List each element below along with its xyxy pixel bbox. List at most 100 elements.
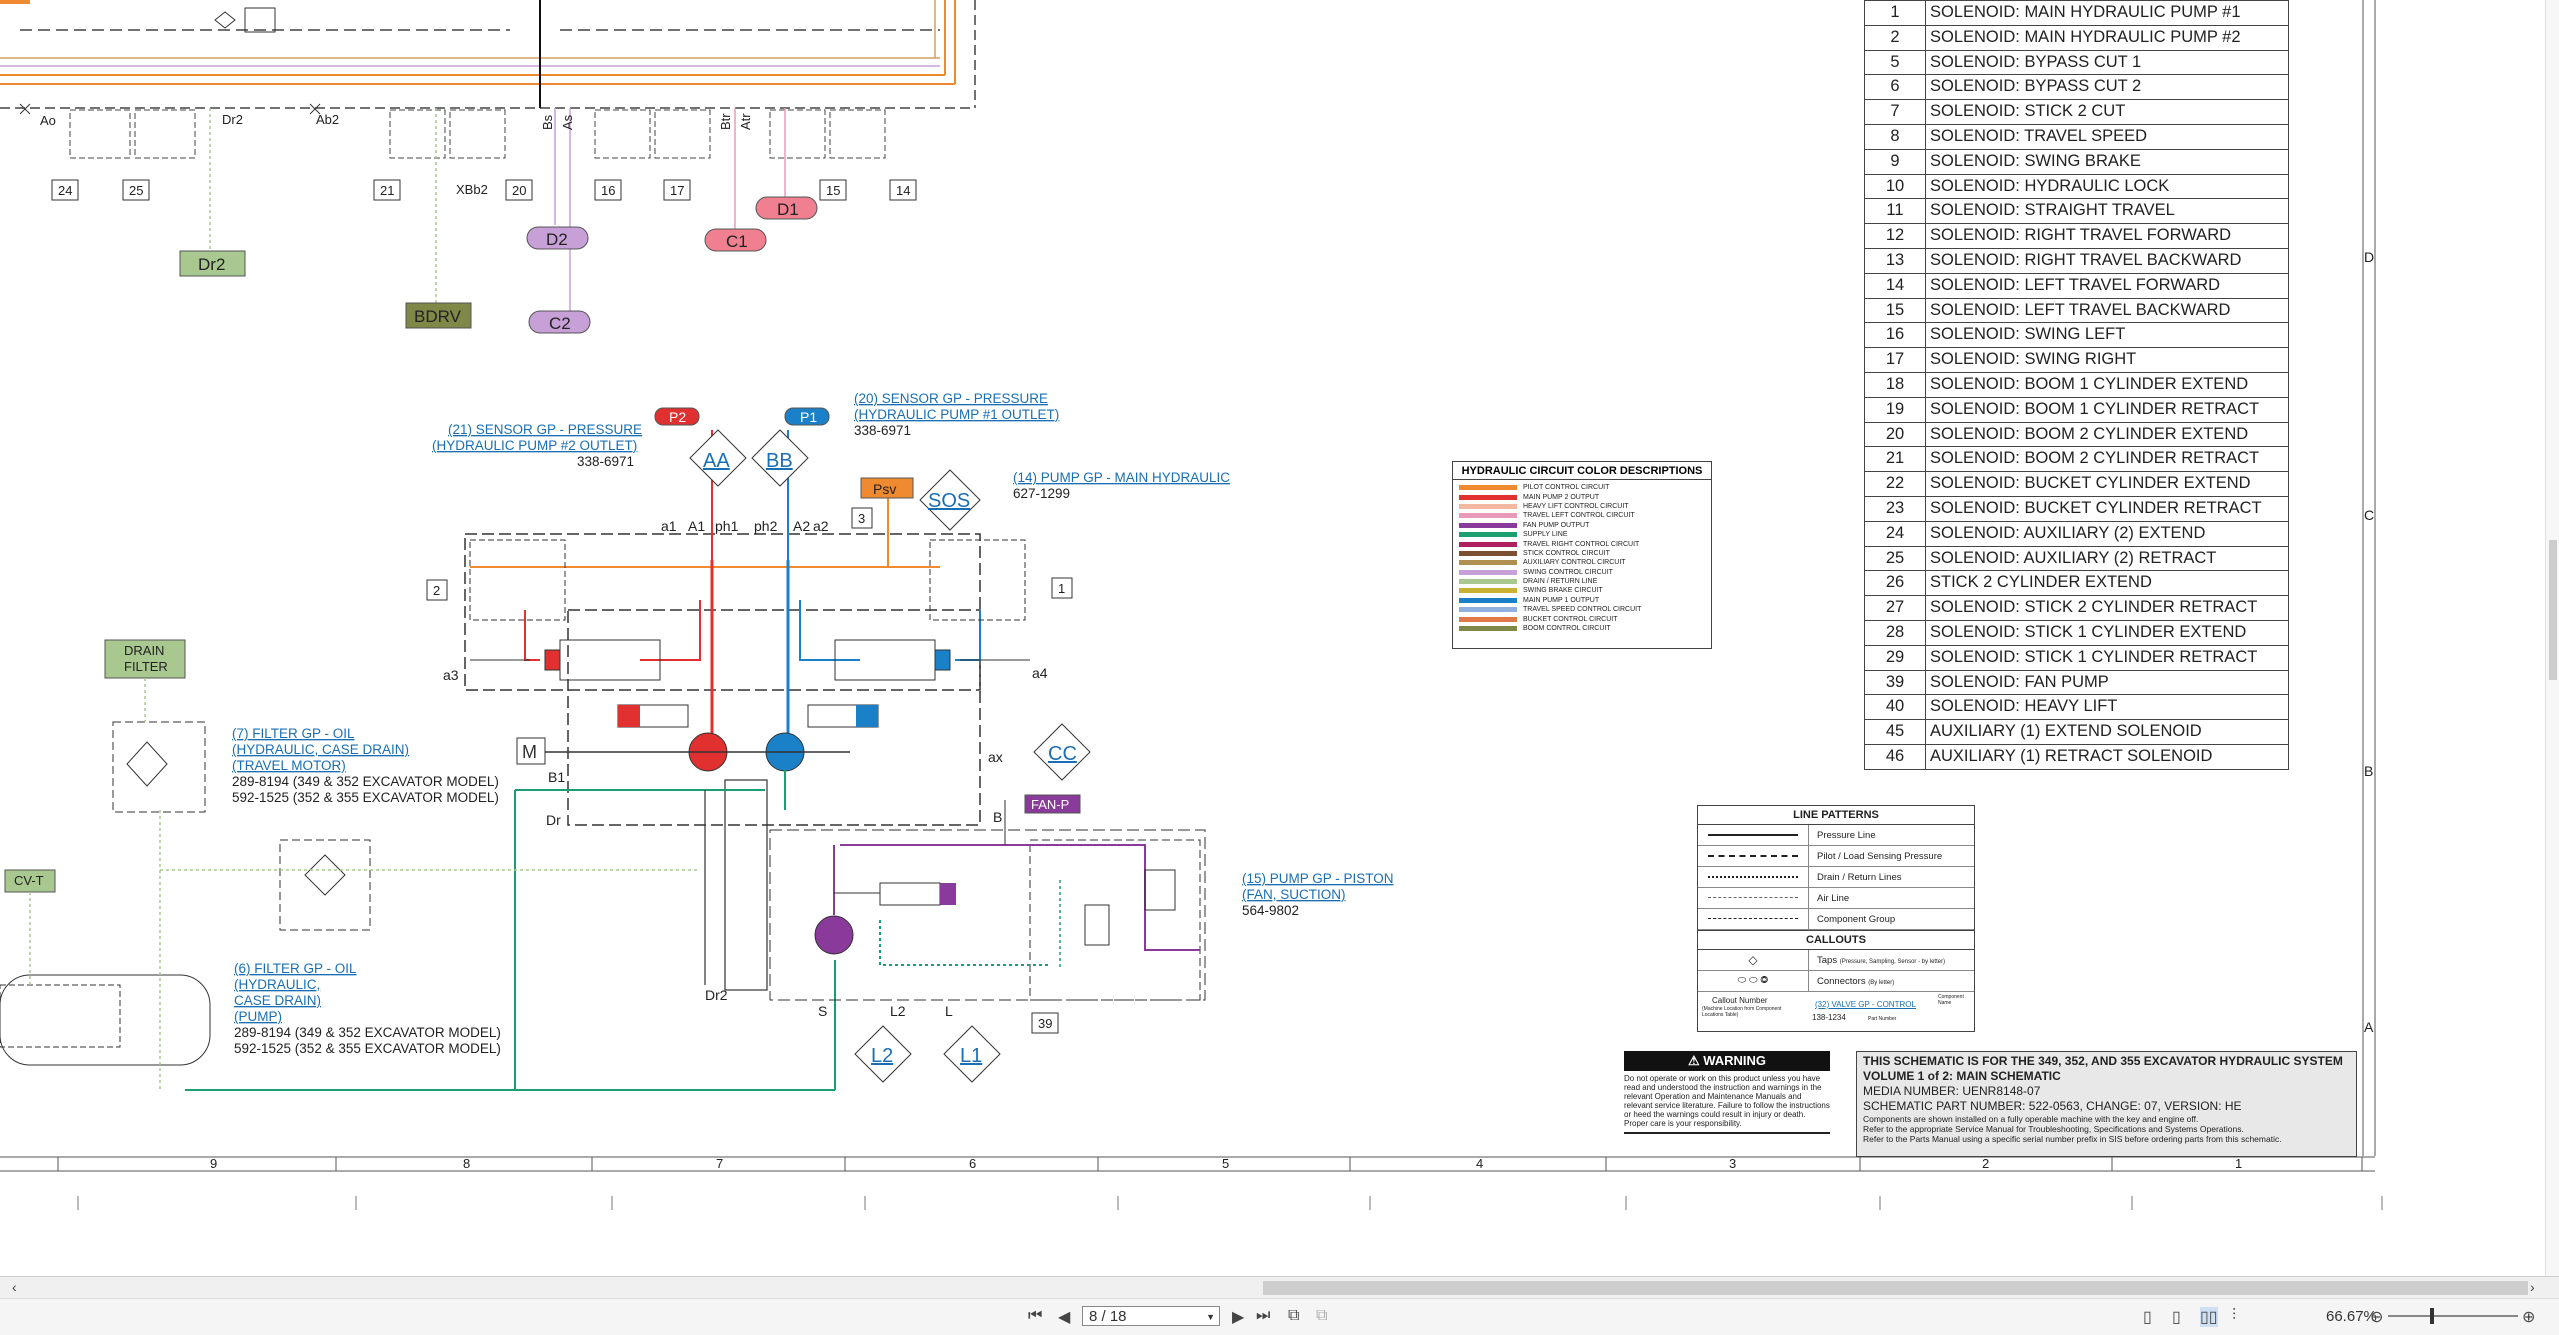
color-swatch [1459, 616, 1517, 622]
scroll-left-icon[interactable]: ‹ [12, 1279, 17, 1295]
horizontal-scrollbar[interactable]: ‹ › [0, 1276, 2559, 1299]
parts-table-row: 26 STICK 2 CYLINDER EXTEND [1864, 570, 2289, 597]
tap-L1: L1 [960, 1045, 982, 1067]
callout-box: 16 [601, 183, 615, 198]
fit-page-icon[interactable]: ⧉ [1288, 1307, 1299, 1325]
connector-D2: D2 [546, 230, 568, 249]
vertical-scroll-thumb[interactable] [2549, 540, 2557, 680]
motor-M: M [522, 742, 537, 762]
callout-box: 14 [896, 183, 910, 198]
filter-groups [0, 639, 700, 1090]
callout-box: 20 [512, 183, 526, 198]
part-label-cell: AUXILIARY (1) EXTEND SOLENOID [1925, 719, 2289, 745]
line-pattern-label: Pilot / Load Sensing Pressure [1817, 850, 1943, 862]
callout-sensor-21: (21) SENSOR GP - PRESSURE [448, 422, 642, 437]
callout-pump-15-desc: (FAN, SUCTION) [1242, 887, 1346, 902]
pump-callout-boxes: 2 1 3 39 [426, 507, 1073, 1034]
port-label-Btr: Btr [718, 113, 733, 130]
color-legend-row: TRAVEL SPEED CONTROL CIRCUIT [1453, 605, 1711, 614]
chevron-down-icon: ▼ [1206, 1312, 1215, 1322]
color-swatch [1459, 485, 1517, 491]
parts-table-row: 46 AUXILIARY (1) RETRACT SOLENOID [1864, 743, 2289, 770]
color-swatch [1459, 569, 1517, 575]
last-page-icon[interactable]: ⏭ [1256, 1307, 1270, 1325]
grid-column-label: 3 [1729, 1156, 1736, 1171]
prev-page-icon[interactable]: ◀ [1058, 1307, 1070, 1327]
parts-table-row: 40 SOLENOID: HEAVY LIFT [1864, 694, 2289, 721]
port-label-a4: a4 [1032, 665, 1048, 681]
title-block: THIS SCHEMATIC IS FOR THE 349, 352, AND … [1856, 1051, 2357, 1157]
grid-column-label: 5 [1222, 1156, 1229, 1171]
part-label-cell: SOLENOID: AUXILIARY (2) RETRACT [1925, 545, 2289, 572]
first-page-icon[interactable]: ⏮ [1028, 1307, 1042, 1325]
grid-row-label: D [2364, 249, 2374, 265]
color-swatch [1459, 532, 1517, 538]
callout-box: 15 [826, 183, 840, 198]
next-page-icon[interactable]: ▶ [1232, 1307, 1244, 1327]
color-legend-label: TRAVEL SPEED CONTROL CIRCUIT [1523, 606, 1642, 614]
line-pattern-label: Air Line [1817, 892, 1850, 904]
part-label-cell: SOLENOID: SWING BRAKE [1925, 148, 2289, 175]
port-label-B1: B1 [548, 769, 565, 785]
part-label-cell: SOLENOID: BOOM 1 CYLINDER RETRACT [1925, 396, 2289, 423]
continuous-view-icon[interactable]: ▯ [2172, 1307, 2181, 1327]
part-number-cell: 14 [1864, 272, 1926, 299]
connector-drain: DRAIN [124, 643, 164, 658]
part-label-cell: SOLENOID: STICK 1 CYLINDER EXTEND [1925, 619, 2289, 646]
parts-table-row: 19 SOLENOID: BOOM 1 CYLINDER RETRACT [1864, 396, 2289, 423]
grid-column-label: 4 [1476, 1156, 1483, 1171]
part-number-cell: 21 [1864, 446, 1926, 473]
callout-number-label: Callout Number [1712, 996, 1768, 1005]
fit-width-icon[interactable]: ⧉ [1316, 1307, 1327, 1325]
component-callouts: (21) SENSOR GP - PRESSURE (HYDRAULIC PUM… [232, 391, 1394, 1056]
callout-pump-15-pn: 564-9802 [1242, 903, 1299, 918]
color-legend-row: SUPPLY LINE [1453, 530, 1711, 539]
callout-pump-14-pn: 627-1299 [1013, 486, 1070, 501]
part-label-cell: SOLENOID: AUXILIARY (2) EXTEND [1925, 520, 2289, 547]
part-label-cell: SOLENOID: MAIN HYDRAULIC PUMP #1 [1925, 0, 2289, 26]
page-tab-marker [0, 0, 30, 4]
part-label-cell: SOLENOID: STICK 1 CYLINDER RETRACT [1925, 644, 2289, 671]
part-number-cell: 2 [1864, 24, 1926, 51]
zoom-out-icon[interactable]: ⊖ [2370, 1307, 2383, 1327]
color-legend-label: SWING CONTROL CIRCUIT [1523, 568, 1613, 576]
color-swatch [1459, 503, 1517, 509]
horizontal-scroll-thumb[interactable] [1263, 1281, 2528, 1295]
connector-P1: P1 [800, 409, 817, 425]
page-number-select[interactable]: 8 / 18 ▼ [1082, 1306, 1220, 1326]
parts-table-row: 9 SOLENOID: SWING BRAKE [1864, 148, 2289, 175]
part-label-cell: SOLENOID: HYDRAULIC LOCK [1925, 173, 2289, 200]
part-label-cell: SOLENOID: SWING RIGHT [1925, 347, 2289, 373]
part-label-cell: SOLENOID: BOOM 1 CYLINDER EXTEND [1925, 371, 2289, 398]
parts-table-row: 14 SOLENOID: LEFT TRAVEL FORWARD [1864, 272, 2289, 299]
color-legend-row: DRAIN / RETURN LINE [1453, 577, 1711, 586]
line-pattern-label: Pressure Line [1817, 829, 1876, 841]
callout-filter-7-pn1: 289-8194 (349 & 352 EXCAVATOR MODEL) [232, 774, 499, 789]
parts-table-row: 2 SOLENOID: MAIN HYDRAULIC PUMP #2 [1864, 24, 2289, 51]
vertical-scrollbar[interactable] [2545, 0, 2559, 1276]
part-label-cell: SOLENOID: BOOM 2 CYLINDER RETRACT [1925, 446, 2289, 473]
port-label-B: B [993, 809, 1002, 825]
part-number-cell: 7 [1864, 99, 1926, 125]
parts-table-row: 25 SOLENOID: AUXILIARY (2) RETRACT [1864, 545, 2289, 572]
zoom-slider-handle[interactable] [2430, 1308, 2434, 1324]
scroll-right-icon[interactable]: › [2530, 1279, 2535, 1295]
single-page-view-icon[interactable]: ▯ [2143, 1307, 2152, 1327]
part-number-cell: 11 [1864, 198, 1926, 225]
port-label-Dr: Dr [546, 812, 561, 828]
parts-table-row: 28 SOLENOID: STICK 1 CYLINDER EXTEND [1864, 619, 2289, 646]
color-legend-row: MAIN PUMP 1 OUTPUT [1453, 596, 1711, 605]
connectors-label: Connectors [1817, 975, 1866, 987]
part-label-cell: SOLENOID: BUCKET CYLINDER RETRACT [1925, 495, 2289, 522]
grid-row-label: A [2364, 1019, 2374, 1035]
zoom-slider[interactable] [2388, 1315, 2518, 1317]
port-label-ph1: ph1 [715, 518, 739, 534]
two-page-continuous-icon[interactable]: ⫶ [2232, 1307, 2236, 1325]
title-note: Components are shown installed on a full… [1863, 1114, 2199, 1124]
callout-filter-6-pn2: 592-1525 (352 & 355 EXCAVATOR MODEL) [234, 1041, 501, 1056]
port-label-Dr2: Dr2 [705, 987, 728, 1003]
zoom-in-icon[interactable]: ⊕ [2522, 1307, 2535, 1327]
two-page-view-icon[interactable]: ▯▯ [2200, 1307, 2218, 1327]
parts-table-row: 18 SOLENOID: BOOM 1 CYLINDER EXTEND [1864, 371, 2289, 398]
port-label-XBb2: XBb2 [456, 182, 488, 197]
